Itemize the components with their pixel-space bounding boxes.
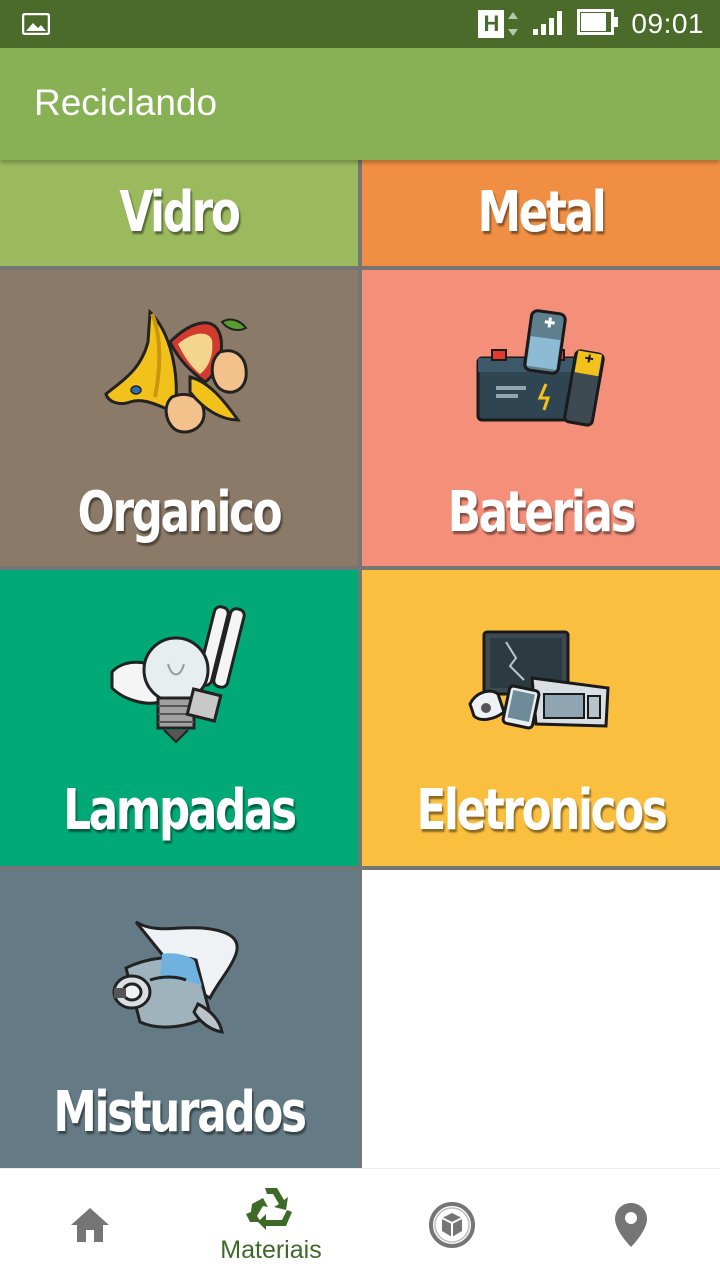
nav-home[interactable] [0, 1169, 180, 1281]
tile-label: Eletronicos [416, 778, 667, 843]
bottom-navigation: Materiais [0, 1168, 720, 1281]
status-time: 09:01 [631, 8, 704, 39]
mixed-waste-icon [112, 920, 239, 1034]
network-type-icon: H [478, 10, 519, 38]
light-bulb-icon [110, 605, 246, 744]
signal-icon [531, 8, 565, 41]
app-title: Reciclando [34, 82, 218, 123]
tile-label: Metal [477, 180, 607, 245]
tile-eletronicos[interactable]: Eletronicos [362, 570, 720, 866]
tile-label: Lampadas [63, 778, 297, 843]
tile-label: Vidro [119, 180, 240, 245]
nav-label: Materiais [220, 1235, 322, 1264]
network-type-label: H [478, 10, 505, 38]
tile-metal[interactable]: Metal [362, 160, 720, 266]
tile-lampadas[interactable]: Lampadas [0, 570, 358, 866]
box-icon [429, 1202, 475, 1248]
tile-organico[interactable]: Organico [0, 270, 358, 566]
nav-materiais[interactable]: Materiais [181, 1169, 361, 1281]
tile-vidro[interactable]: Vidro [0, 160, 358, 266]
status-bar: H 09:01 [0, 0, 720, 48]
tile-label: Baterias [447, 480, 637, 545]
location-pin-icon [615, 1203, 647, 1247]
battery-status-icon [577, 8, 619, 40]
banana-peel-icon [104, 308, 248, 434]
materials-grid: Vidro Metal Organico Baterias Lampadas E… [0, 160, 720, 1168]
home-icon [71, 1208, 109, 1242]
recycle-icon [246, 1187, 292, 1230]
nav-location[interactable] [541, 1169, 720, 1281]
tile-label: Misturados [53, 1080, 307, 1145]
electronics-icon [468, 630, 610, 730]
battery-icon [476, 309, 605, 427]
tile-baterias[interactable]: Baterias [362, 270, 720, 566]
nav-box[interactable] [362, 1169, 542, 1281]
app-bar: Reciclando [0, 48, 720, 160]
empty-cell [362, 870, 720, 1168]
image-notification-icon [21, 12, 51, 40]
tile-label: Organico [77, 480, 283, 545]
tile-misturados[interactable]: Misturados [0, 870, 358, 1168]
